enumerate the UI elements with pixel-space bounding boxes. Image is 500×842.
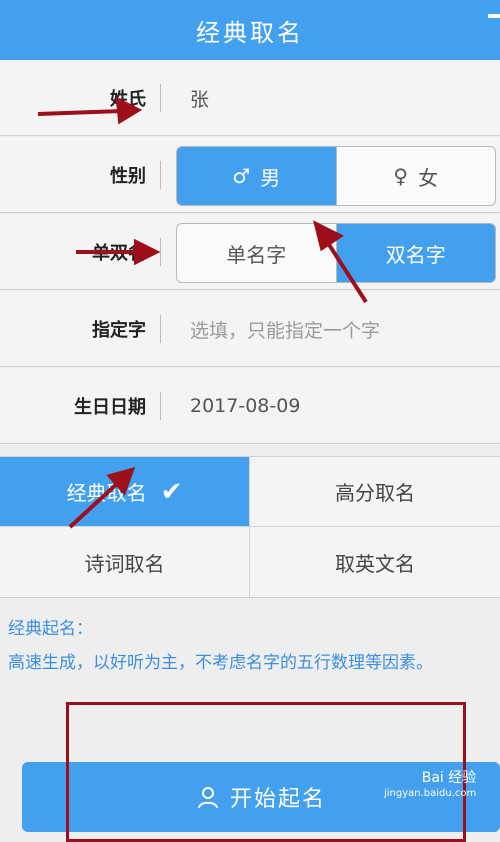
tab-english[interactable]: 取英文名 <box>250 527 500 597</box>
single-name-option[interactable]: 单名字 <box>177 224 336 282</box>
gender-label: 性别 <box>110 166 146 187</box>
birthday-label: 生日日期 <box>74 397 146 418</box>
tab-label: 诗词取名 <box>84 551 165 576</box>
watermark: Bai 经验 jingyan.baidu.com <box>384 770 476 802</box>
birthday-row: 生日日期 2017-08-09 <box>0 368 500 444</box>
person-icon <box>197 787 218 809</box>
gender-row: 性别 ♂ 男 ♀ 女 <box>0 137 500 213</box>
tab-classic[interactable]: 经典取名 ✔ <box>0 457 250 527</box>
specified-char-input[interactable]: 选填，只能指定一个字 <box>190 291 380 367</box>
tab-label: 高分取名 <box>335 481 415 505</box>
gender-option-female[interactable]: ♀ 女 <box>335 147 496 205</box>
gender-segmented-control: ♂ 男 ♀ 女 <box>176 146 496 206</box>
gender-option-label: 男 <box>260 165 281 190</box>
mode-description: 经典起名： 高速生成，以好听为主，不考虑名字的五行数理等因素。 <box>8 612 496 680</box>
divider <box>160 315 161 343</box>
specified-char-row: 指定字 选填，只能指定一个字 <box>0 291 500 367</box>
birthday-input[interactable]: 2017-08-09 <box>190 368 300 444</box>
gender-option-male[interactable]: ♂ 男 <box>177 147 336 205</box>
divider <box>160 84 161 112</box>
tab-label: 经典取名 <box>66 481 147 505</box>
tab-poetry[interactable]: 诗词取名 <box>0 527 250 597</box>
description-title: 经典起名： <box>8 619 93 639</box>
gender-option-label: 女 <box>418 165 439 190</box>
name-length-segmented-control: 单名字 双名字 <box>176 223 496 283</box>
female-symbol-icon: ♀ <box>393 164 409 188</box>
watermark-text: Bai 经验 <box>421 770 477 786</box>
tab-label: 取英文名 <box>335 551 415 576</box>
name-length-row: 单双名 单名字 双名字 <box>0 214 500 290</box>
surname-input[interactable]: 张 <box>190 60 209 136</box>
naming-mode-tabs: 经典取名 ✔ 高分取名 诗词取名 取英文名 <box>0 456 500 598</box>
divider <box>160 238 161 266</box>
app-header: 经典取名 <box>0 0 500 60</box>
male-symbol-icon: ♂ <box>232 164 251 188</box>
specified-char-label: 指定字 <box>92 320 146 341</box>
description-body: 高速生成，以好听为主，不考虑名字的五行数理等因素。 <box>8 653 433 673</box>
surname-row: 姓氏 张 <box>0 60 500 136</box>
surname-label: 姓氏 <box>110 89 146 110</box>
start-button-label: 开始起名 <box>229 787 326 812</box>
double-name-option[interactable]: 双名字 <box>335 224 495 282</box>
divider <box>160 161 161 189</box>
name-length-label: 单双名 <box>92 243 146 264</box>
tab-high-score[interactable]: 高分取名 <box>250 457 500 527</box>
page-title: 经典取名 <box>196 18 304 47</box>
check-icon: ✔ <box>160 476 183 507</box>
divider <box>160 392 161 420</box>
watermark-url: jingyan.baidu.com <box>384 788 477 799</box>
menu-icon[interactable] <box>488 14 500 18</box>
